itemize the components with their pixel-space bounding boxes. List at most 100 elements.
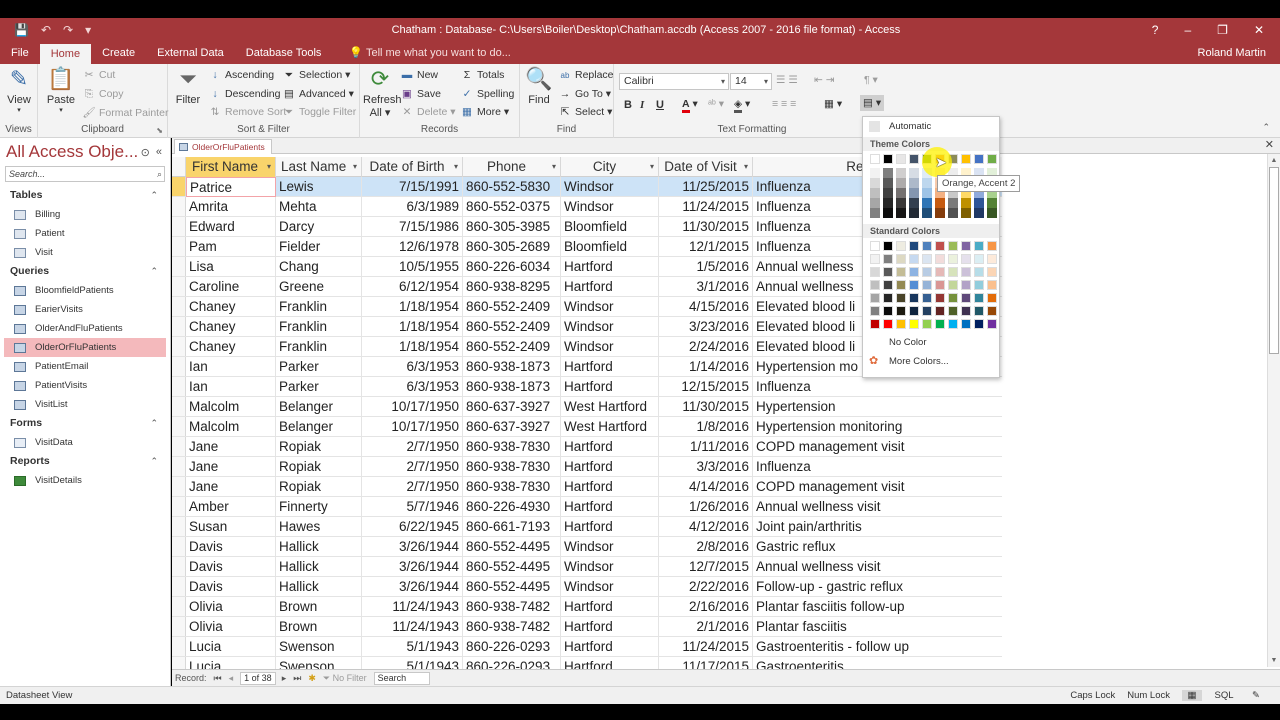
- cell-reason[interactable]: Influenza: [753, 377, 996, 397]
- next-record-icon[interactable]: ▸: [282, 673, 287, 684]
- table-row[interactable]: Olivia Brown 11/24/1943 860-938-7482 Hartfor…: [172, 597, 1002, 617]
- theme-shade-swatch[interactable]: [870, 198, 880, 208]
- nav-item-patientvisits[interactable]: PatientVisits: [0, 376, 170, 395]
- italic-button[interactable]: I: [640, 99, 644, 111]
- cell-last-name[interactable]: Franklin: [276, 297, 362, 317]
- table-row[interactable]: Jane Ropiak 2/7/1950 860-938-7830 Hartford 1/…: [172, 437, 1002, 457]
- cell-last-name[interactable]: Brown: [276, 597, 362, 617]
- alternate-row-color-button[interactable]: ▤ ▾: [860, 95, 885, 111]
- cell-city[interactable]: Windsor: [561, 337, 659, 357]
- cell-phone[interactable]: 860-226-0293: [463, 637, 561, 657]
- cell-reason[interactable]: Annual wellness visit: [753, 557, 996, 577]
- cell-first-name[interactable]: Patrice: [186, 177, 276, 197]
- cell-date-of-visit[interactable]: 4/12/2016: [659, 517, 753, 537]
- nav-item-patientemail[interactable]: PatientEmail: [0, 357, 170, 376]
- save-record-button[interactable]: ▣ Save: [400, 88, 441, 100]
- cell-date-of-birth[interactable]: 5/7/1946: [362, 497, 463, 517]
- standard-color-swatch[interactable]: [922, 241, 932, 251]
- bold-button[interactable]: B: [624, 99, 632, 111]
- row-selector[interactable]: [172, 577, 186, 596]
- cell-phone[interactable]: 860-226-4930: [463, 497, 561, 517]
- cell-phone[interactable]: 860-305-3985: [463, 217, 561, 237]
- standard-color-swatch[interactable]: [922, 306, 932, 316]
- cell-date-of-birth[interactable]: 10/5/1955: [362, 257, 463, 277]
- cell-date-of-birth[interactable]: 6/22/1945: [362, 517, 463, 537]
- standard-color-swatch[interactable]: [896, 267, 906, 277]
- theme-shade-swatch[interactable]: [922, 188, 932, 198]
- collapse-ribbon-icon[interactable]: ⌃: [1262, 122, 1270, 133]
- cell-date-of-visit[interactable]: 1/26/2016: [659, 497, 753, 517]
- cell-city[interactable]: West Hartford: [561, 417, 659, 437]
- nav-pane-title[interactable]: All Access Obje...: [6, 142, 138, 162]
- copy-button[interactable]: ⎘ Copy: [82, 88, 124, 101]
- cell-first-name[interactable]: Olivia: [186, 617, 276, 637]
- row-selector[interactable]: [172, 257, 186, 276]
- cell-last-name[interactable]: Ropiak: [276, 477, 362, 497]
- cell-date-of-visit[interactable]: 2/24/2016: [659, 337, 753, 357]
- standard-color-swatch[interactable]: [922, 293, 932, 303]
- standard-color-swatch[interactable]: [870, 319, 880, 329]
- theme-shade-swatch[interactable]: [870, 168, 880, 178]
- row-selector[interactable]: [172, 377, 186, 396]
- cell-date-of-birth[interactable]: 7/15/1986: [362, 217, 463, 237]
- save-icon[interactable]: 💾: [14, 23, 29, 37]
- cell-date-of-visit[interactable]: 2/1/2016: [659, 617, 753, 637]
- no-color-option[interactable]: No Color: [863, 333, 999, 352]
- column-header-date-of-birth[interactable]: Date of Birth ▾: [362, 157, 463, 177]
- toggle-filter-button[interactable]: ⏷ Toggle Filter: [282, 106, 356, 119]
- theme-shade-swatch[interactable]: [896, 168, 906, 178]
- cell-city[interactable]: Bloomfield: [561, 237, 659, 257]
- nav-menu-icon[interactable]: ⊙: [141, 146, 150, 159]
- cell-city[interactable]: Hartford: [561, 277, 659, 297]
- standard-color-swatch[interactable]: [883, 241, 893, 251]
- cell-date-of-birth[interactable]: 3/26/1944: [362, 557, 463, 577]
- cell-city[interactable]: Hartford: [561, 457, 659, 477]
- cell-phone[interactable]: 860-938-1873: [463, 377, 561, 397]
- cell-reason[interactable]: COPD management visit: [753, 477, 996, 497]
- standard-color-swatch[interactable]: [883, 306, 893, 316]
- cell-phone[interactable]: 860-552-2409: [463, 297, 561, 317]
- theme-shade-swatch[interactable]: [948, 208, 958, 218]
- cell-last-name[interactable]: Swenson: [276, 637, 362, 657]
- theme-shade-swatch[interactable]: [870, 188, 880, 198]
- last-record-icon[interactable]: ⏭: [293, 673, 301, 684]
- standard-color-swatch[interactable]: [974, 306, 984, 316]
- vertical-scrollbar[interactable]: ▲ ▼: [1267, 154, 1280, 667]
- cell-city[interactable]: Windsor: [561, 577, 659, 597]
- customize-qat-icon[interactable]: ▾: [85, 23, 91, 37]
- theme-color-swatch[interactable]: [974, 154, 984, 164]
- cell-date-of-visit[interactable]: 3/1/2016: [659, 277, 753, 297]
- standard-color-swatch[interactable]: [974, 241, 984, 251]
- tab-home[interactable]: Home: [39, 44, 92, 64]
- find-button[interactable]: 🔍 Find: [524, 66, 554, 106]
- descending-button[interactable]: ↓ Descending: [208, 88, 280, 100]
- cell-city[interactable]: Hartford: [561, 637, 659, 657]
- cell-city[interactable]: Bloomfield: [561, 217, 659, 237]
- table-row[interactable]: Malcolm Belanger 10/17/1950 860-637-3927 Wes…: [172, 417, 1002, 437]
- cell-first-name[interactable]: Davis: [186, 557, 276, 577]
- table-row[interactable]: Davis Hallick 3/26/1944 860-552-4495 Windsor…: [172, 577, 1002, 597]
- rtl-icon[interactable]: ¶ ▾: [864, 74, 878, 86]
- standard-color-swatch[interactable]: [883, 280, 893, 290]
- row-selector[interactable]: [172, 497, 186, 516]
- gridlines-button[interactable]: ▦ ▾: [824, 98, 842, 110]
- align-icons[interactable]: ≡ ≡ ≡: [772, 98, 796, 110]
- standard-color-swatch[interactable]: [987, 241, 997, 251]
- cell-date-of-visit[interactable]: 3/3/2016: [659, 457, 753, 477]
- nav-item-visit[interactable]: Visit: [0, 243, 170, 262]
- standard-color-swatch[interactable]: [896, 280, 906, 290]
- cell-date-of-visit[interactable]: 12/7/2015: [659, 557, 753, 577]
- table-row[interactable]: Susan Hawes 6/22/1945 860-661-7193 Hartford 4…: [172, 517, 1002, 537]
- dialog-launcher-icon[interactable]: ⬊: [156, 126, 163, 135]
- standard-color-swatch[interactable]: [987, 267, 997, 277]
- automatic-color-option[interactable]: Automatic: [863, 117, 999, 137]
- table-row[interactable]: Davis Hallick 3/26/1944 860-552-4495 Windsor…: [172, 557, 1002, 577]
- theme-color-swatch[interactable]: [909, 154, 919, 164]
- theme-shade-swatch[interactable]: [922, 208, 932, 218]
- cell-last-name[interactable]: Mehta: [276, 197, 362, 217]
- standard-color-swatch[interactable]: [974, 280, 984, 290]
- cell-last-name[interactable]: Belanger: [276, 417, 362, 437]
- cell-first-name[interactable]: Pam: [186, 237, 276, 257]
- theme-shade-swatch[interactable]: [883, 178, 893, 188]
- cell-last-name[interactable]: Franklin: [276, 337, 362, 357]
